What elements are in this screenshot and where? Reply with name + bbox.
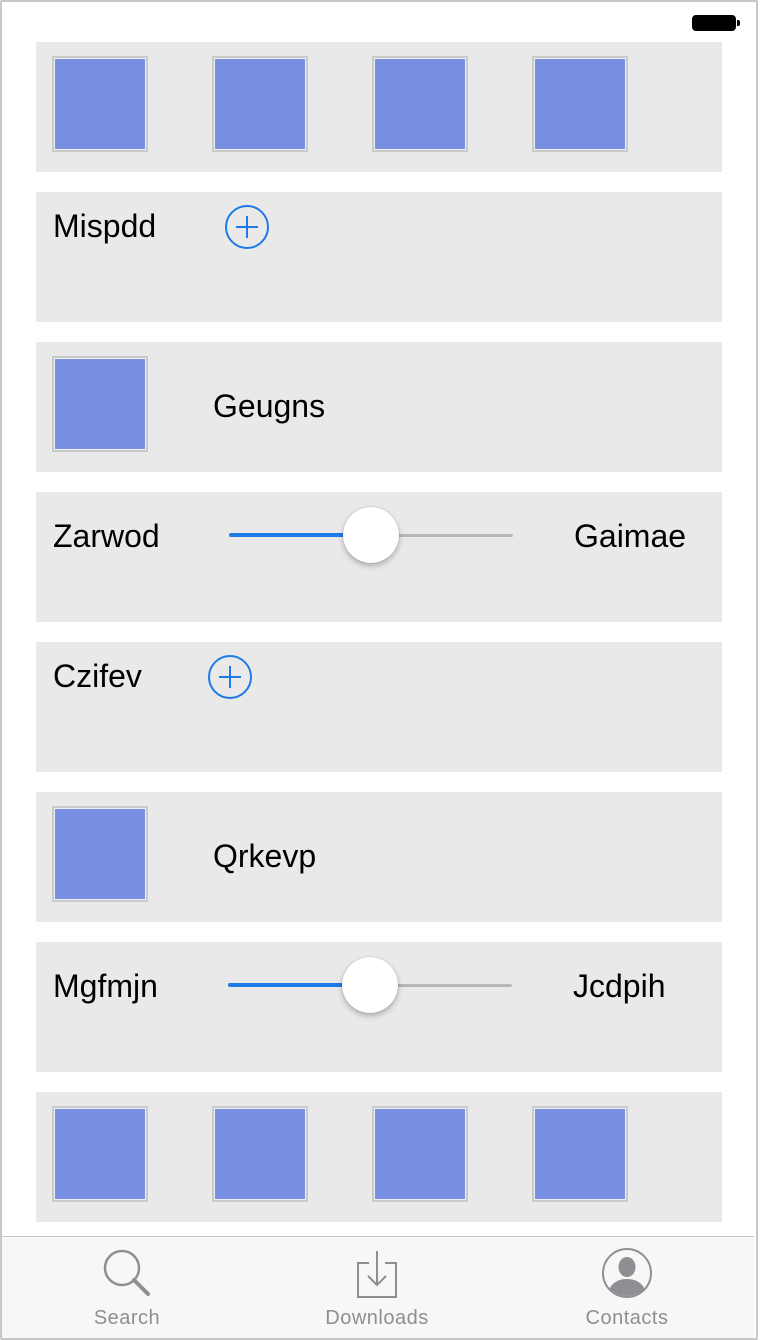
plus-circle-icon[interactable] bbox=[225, 205, 269, 249]
tab-bar: Search Downloads Contacts bbox=[2, 1236, 754, 1338]
slider[interactable] bbox=[229, 504, 513, 564]
slider-right-label: Gaimae bbox=[574, 518, 687, 554]
image-thumbnail[interactable] bbox=[212, 56, 308, 152]
cell-label: Czifev bbox=[53, 658, 142, 694]
image-thumbnail[interactable] bbox=[532, 1106, 628, 1202]
contacts-icon bbox=[602, 1248, 652, 1298]
search-icon bbox=[103, 1249, 150, 1296]
cell-label: Geugns bbox=[213, 388, 326, 424]
app-screen: Mispdd Geugns Zarwod Gaimae Czifev Qrkev… bbox=[0, 0, 758, 1340]
image-grid-cell bbox=[36, 1092, 722, 1222]
cell-label: Mispdd bbox=[53, 208, 157, 244]
slider-thumb[interactable] bbox=[342, 957, 398, 1013]
downloads-icon bbox=[357, 1251, 397, 1298]
image-grid-cell bbox=[36, 42, 722, 172]
cell-label: Qrkevp bbox=[213, 838, 317, 874]
image-thumbnail bbox=[52, 356, 148, 452]
slider-cell: Zarwod Gaimae bbox=[36, 492, 722, 622]
battery-icon bbox=[692, 15, 740, 31]
image-thumbnail[interactable] bbox=[52, 1106, 148, 1202]
slider-right-label: Jcdpih bbox=[573, 968, 666, 1004]
slider-cell: Mgfmjn Jcdpih bbox=[36, 942, 722, 1072]
image-thumbnail[interactable] bbox=[372, 56, 468, 152]
image-thumbnail[interactable] bbox=[52, 56, 148, 152]
image-thumbnail bbox=[52, 806, 148, 902]
image-label-cell[interactable]: Geugns bbox=[36, 342, 722, 472]
tab-label: Contacts bbox=[585, 1307, 669, 1329]
image-thumbnail[interactable] bbox=[532, 56, 628, 152]
image-thumbnail[interactable] bbox=[212, 1106, 308, 1202]
slider-left-label: Mgfmjn bbox=[53, 968, 158, 1004]
slider-thumb[interactable] bbox=[343, 507, 399, 563]
image-label-cell[interactable]: Qrkevp bbox=[36, 792, 722, 922]
add-cell: Mispdd bbox=[36, 192, 722, 322]
tab-contacts[interactable]: Contacts bbox=[502, 1237, 752, 1337]
tab-label: Search bbox=[93, 1307, 161, 1329]
slider[interactable] bbox=[228, 954, 512, 1014]
plus-circle-icon[interactable] bbox=[208, 655, 252, 699]
tab-search[interactable]: Search bbox=[2, 1237, 252, 1337]
tab-downloads[interactable]: Downloads bbox=[252, 1237, 502, 1337]
add-cell: Czifev bbox=[36, 642, 722, 772]
slider-left-label: Zarwod bbox=[53, 518, 160, 554]
tab-label: Downloads bbox=[325, 1307, 429, 1329]
image-thumbnail[interactable] bbox=[372, 1106, 468, 1202]
